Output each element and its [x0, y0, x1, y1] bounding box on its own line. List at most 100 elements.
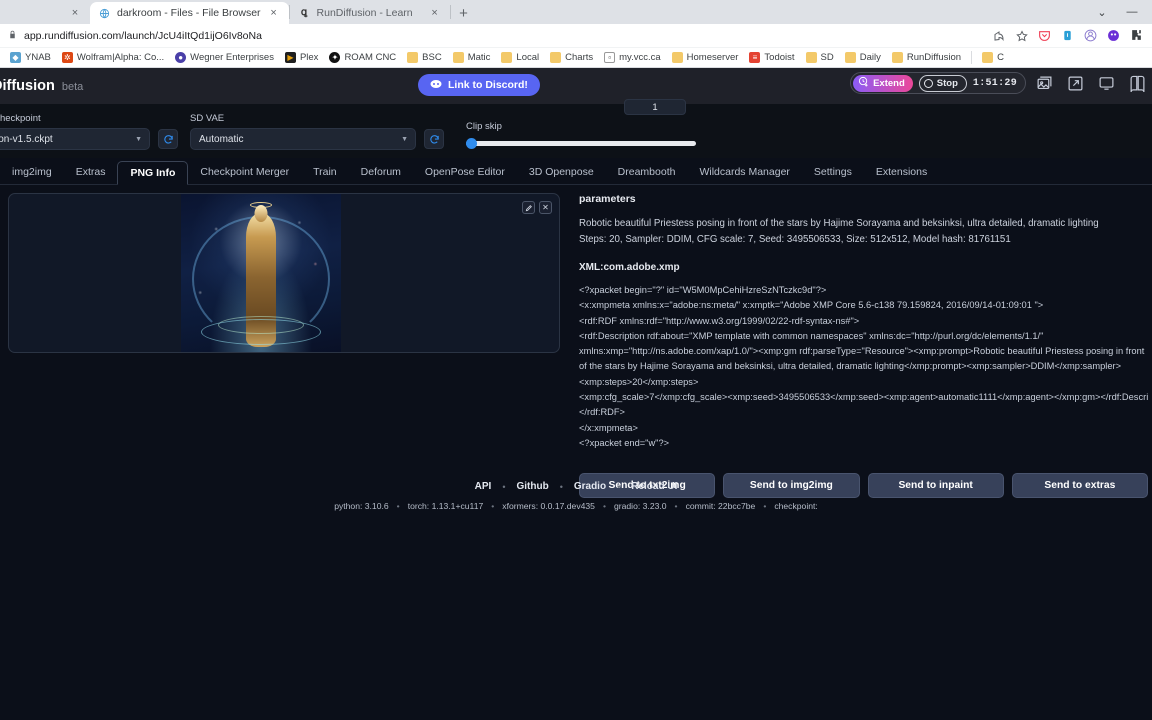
- tab-wildcards-manager[interactable]: Wildcards Manager: [687, 160, 801, 184]
- tab-img2img[interactable]: img2img: [0, 160, 64, 184]
- bookmark-folder[interactable]: BSC: [403, 52, 446, 63]
- footer-link-api[interactable]: API: [475, 481, 492, 492]
- image-pane: ✕: [0, 193, 575, 455]
- stop-button[interactable]: Stop: [918, 74, 967, 92]
- external-link-icon[interactable]: [1067, 75, 1084, 92]
- refresh-checkpoint-button[interactable]: [158, 129, 178, 149]
- extensions-icon[interactable]: [1129, 28, 1144, 43]
- tab-extensions[interactable]: Extensions: [864, 160, 939, 184]
- version-separator: •: [491, 501, 495, 511]
- pencil-icon[interactable]: [522, 201, 535, 214]
- close-icon[interactable]: ✕: [539, 201, 552, 214]
- bookmark-item[interactable]: ▶ Plex: [281, 52, 322, 63]
- bookmark-folder[interactable]: C: [978, 52, 1008, 63]
- address-bar[interactable]: app.rundiffusion.com/launch/JcU4iItQd1ij…: [0, 24, 1152, 48]
- send-to-img2img-button[interactable]: Send to img2img: [723, 473, 860, 499]
- extension-purple-icon[interactable]: [1106, 28, 1121, 43]
- vae-select[interactable]: Automatic ▼: [190, 128, 416, 150]
- profile-icon[interactable]: [1083, 28, 1098, 43]
- tab-deforum[interactable]: Deforum: [349, 160, 413, 184]
- window-controls: ⌄ —: [1088, 0, 1152, 24]
- browser-tab-darkroom[interactable]: darkroom - Files - File Browser ×: [90, 2, 289, 24]
- send-to-extras-button[interactable]: Send to extras: [1011, 473, 1148, 499]
- version-separator: •: [396, 501, 400, 511]
- bookmark-item[interactable]: ◆ YNAB: [6, 52, 55, 63]
- xmp-line: <?xpacket end="w"?>: [579, 437, 670, 448]
- browser-tab-0[interactable]: ×: [0, 2, 90, 24]
- bookmark-folder[interactable]: Matic: [449, 52, 495, 63]
- version-separator: •: [674, 501, 678, 511]
- bookmark-folder[interactable]: Local: [497, 52, 543, 63]
- pocket-icon[interactable]: [1037, 28, 1052, 43]
- tab-train[interactable]: Train: [301, 160, 349, 184]
- bookmark-item[interactable]: ≡ Todoist: [745, 52, 798, 63]
- bookmark-folder[interactable]: RunDiffusion: [888, 52, 965, 63]
- bookmark-icon: ●: [175, 52, 187, 63]
- footer-link-github[interactable]: Github: [516, 481, 548, 492]
- footer-separator: •: [559, 481, 563, 492]
- bookmark-folder[interactable]: Homeserver: [668, 52, 743, 63]
- footer-link-reload-ui[interactable]: Reload UI: [631, 481, 677, 492]
- bookmark-icon: ◆: [10, 52, 21, 63]
- image-dropzone[interactable]: ✕: [8, 193, 560, 353]
- bookmark-label: Homeserver: [686, 52, 739, 63]
- parameters-pane: parameters Robotic beautiful Priestess p…: [575, 193, 1152, 499]
- bookmark-icon: ✦: [329, 52, 341, 63]
- png-info-content: ✕ parameters Robotic beautiful Priestess…: [0, 185, 1152, 499]
- bookmark-folder[interactable]: SD: [802, 52, 838, 63]
- close-icon[interactable]: ×: [267, 6, 281, 20]
- gallery-icon[interactable]: [1036, 75, 1053, 92]
- book-icon[interactable]: [1129, 75, 1146, 92]
- bookmark-item[interactable]: ✦ ROAM CNC: [325, 52, 400, 63]
- close-icon[interactable]: ×: [68, 6, 82, 20]
- clip-skip-slider[interactable]: [466, 136, 696, 150]
- link-to-discord-button[interactable]: Link to Discord!: [418, 74, 540, 96]
- desktop-icon[interactable]: [1098, 75, 1115, 92]
- tab-3d-openpose[interactable]: 3D Openpose: [517, 160, 606, 184]
- preview-image[interactable]: [181, 194, 341, 352]
- session-timer: 1:51:29: [972, 77, 1017, 89]
- tab-checkpoint-merger[interactable]: Checkpoint Merger: [188, 160, 301, 184]
- browser-tab-rundiffusion[interactable]: ꝗ RunDiffusion - Learn ×: [290, 2, 450, 24]
- onepassword-icon[interactable]: [1060, 28, 1075, 43]
- bookmark-label: C: [997, 52, 1004, 63]
- vae-value: Automatic: [199, 133, 244, 145]
- slider-knob[interactable]: [466, 137, 477, 149]
- bookmark-label: BSC: [422, 52, 442, 63]
- xmp-line: <xmp:cfg_scale>7</xmp:cfg_scale><xmp:see…: [579, 392, 1148, 403]
- tab-extras[interactable]: Extras: [64, 160, 118, 184]
- header-right: Extend Stop 1:51:29: [850, 72, 1148, 94]
- bookmark-item[interactable]: ▫ my.vcc.ca: [600, 52, 665, 63]
- share-icon[interactable]: [991, 28, 1006, 43]
- bookmark-item[interactable]: ● Wegner Enterprises: [171, 52, 278, 63]
- version-separator: •: [602, 501, 606, 511]
- tab-png-info[interactable]: PNG Info: [117, 161, 189, 185]
- minimize-icon[interactable]: —: [1118, 0, 1146, 24]
- chevron-down-icon: ▼: [135, 135, 142, 143]
- bookmark-folder[interactable]: Daily: [841, 52, 885, 63]
- bookmark-icon: ▫: [604, 52, 616, 63]
- footer-separator: •: [617, 481, 621, 492]
- chevron-down-icon[interactable]: ⌄: [1088, 0, 1116, 24]
- clip-skip-label: Clip skip: [466, 121, 502, 132]
- footer-link-gradio[interactable]: Gradio: [574, 481, 606, 492]
- clip-skip-value-input[interactable]: 1: [624, 99, 686, 115]
- folder-icon: [501, 52, 513, 63]
- parameters-settings: Steps: 20, Sampler: DDIM, CFG scale: 7, …: [579, 233, 1011, 245]
- new-tab-button[interactable]: +: [451, 2, 477, 24]
- tab-dreambooth[interactable]: Dreambooth: [606, 160, 688, 184]
- parameters-prompt: Robotic beautiful Priestess posing in fr…: [579, 218, 1099, 229]
- extend-button[interactable]: Extend: [853, 74, 913, 92]
- bookmark-item[interactable]: ✲ Wolfram|Alpha: Co...: [58, 52, 168, 63]
- star-icon[interactable]: [1014, 28, 1029, 43]
- bookmark-folder[interactable]: Charts: [546, 52, 597, 63]
- tab-settings[interactable]: Settings: [802, 160, 864, 184]
- tab-openpose-editor[interactable]: OpenPose Editor: [413, 160, 517, 184]
- decorative-ring-outer: [201, 319, 321, 346]
- rundiffusion-icon: ꝗ: [300, 7, 308, 18]
- refresh-vae-button[interactable]: [424, 129, 444, 149]
- close-icon[interactable]: ×: [428, 6, 442, 20]
- send-to-inpaint-button[interactable]: Send to inpaint: [867, 473, 1004, 499]
- checkpoint-select[interactable]: sion-v1.5.ckpt ▼: [0, 128, 150, 150]
- bookmark-divider: [971, 51, 973, 64]
